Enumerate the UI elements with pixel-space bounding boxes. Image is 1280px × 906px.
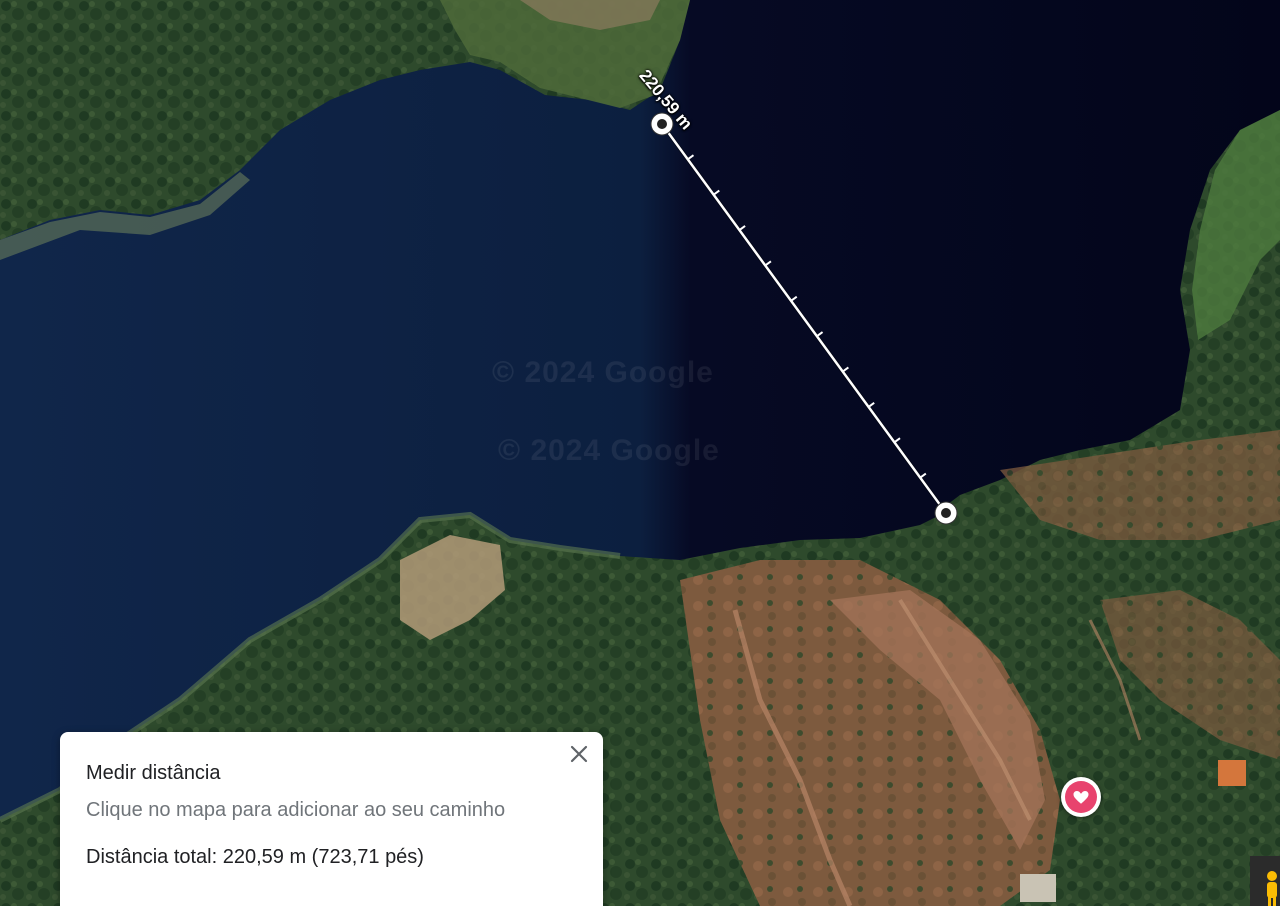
panel-title: Medir distância [86,762,221,784]
measure-ticks [687,154,927,479]
favorite-place-pin[interactable] [1061,777,1101,817]
measure-end-point[interactable] [934,501,958,525]
total-distance: Distância total: 220,59 m (723,71 pés) [86,846,424,868]
close-icon [570,745,588,763]
heart-icon [1073,791,1089,804]
pegman-control[interactable] [1250,856,1280,906]
pegman-icon [1267,871,1277,906]
close-button[interactable] [563,738,595,770]
measure-line [660,123,948,514]
satellite-map[interactable]: © 2024 Google © 2024 Google 220,59 m Med… [0,0,1280,906]
panel-hint: Clique no mapa para adicionar ao seu cam… [86,799,506,821]
measure-distance-panel: Medir distância Clique no mapa para adic… [60,732,603,906]
